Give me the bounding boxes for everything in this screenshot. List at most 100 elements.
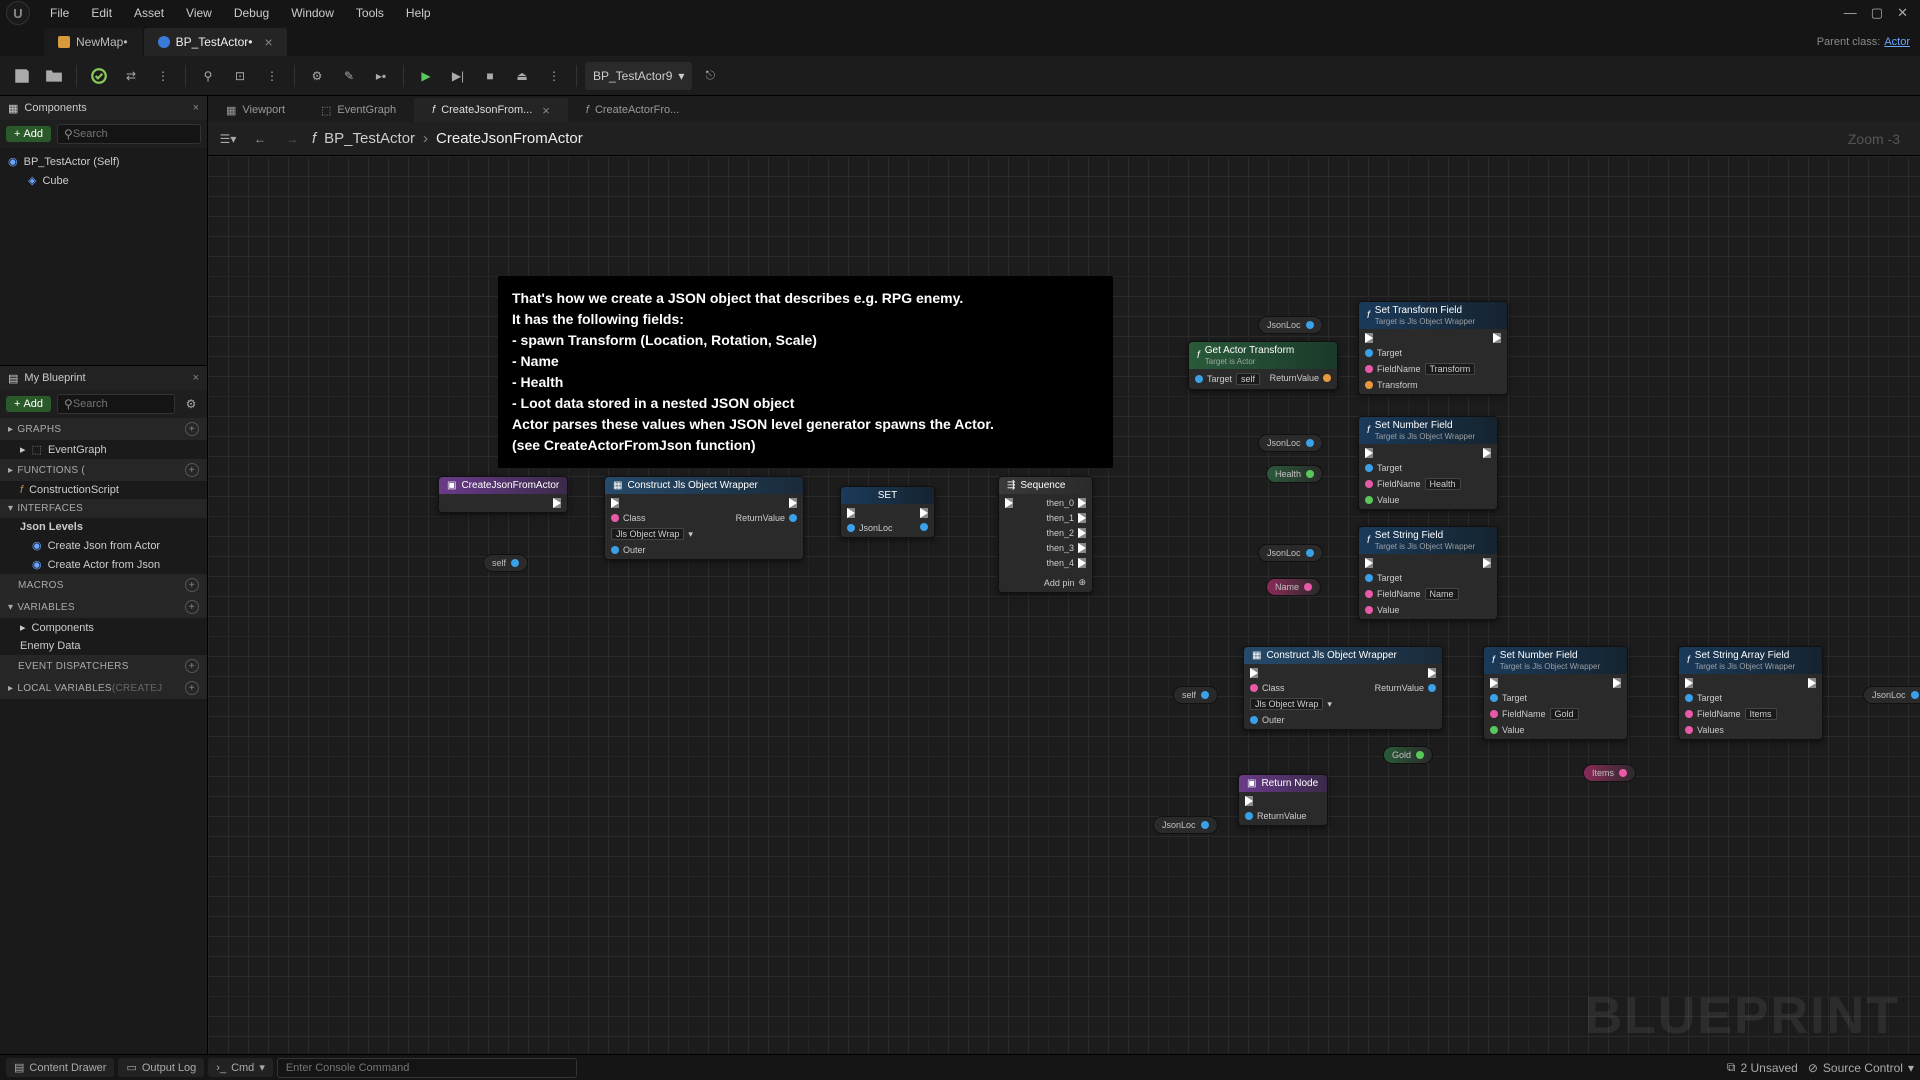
section-macros[interactable]: MACROS+ bbox=[0, 574, 207, 596]
var-self-2[interactable]: self bbox=[1173, 686, 1218, 704]
add-pin-icon[interactable]: ⊕ bbox=[1078, 577, 1086, 588]
node-set-string-array[interactable]: fSet String Array FieldTarget is Jls Obj… bbox=[1678, 646, 1823, 740]
console-command-input[interactable] bbox=[277, 1058, 577, 1078]
play-button[interactable]: ▶ bbox=[412, 62, 440, 90]
interface-group[interactable]: Json Levels bbox=[0, 518, 207, 536]
var-items[interactable]: Items bbox=[1583, 764, 1636, 782]
diff-button[interactable]: ⇄ bbox=[117, 62, 145, 90]
debug-object-dropdown[interactable]: BP_TestActor9▾ bbox=[585, 62, 692, 90]
cmd-button[interactable]: ›_Cmd ▾ bbox=[208, 1058, 273, 1077]
node-construct-wrapper-1[interactable]: ▦Construct Jls Object Wrapper Class Jls … bbox=[604, 476, 804, 560]
interface-create-json[interactable]: ◉Create Json from Actor bbox=[0, 536, 207, 555]
menu-file[interactable]: File bbox=[40, 3, 79, 23]
class-defaults-button[interactable]: ✎ bbox=[335, 62, 363, 90]
node-set-number-gold[interactable]: fSet Number FieldTarget is Jls Object Wr… bbox=[1483, 646, 1628, 740]
add-icon[interactable]: + bbox=[185, 422, 199, 436]
doc-tab-newmap[interactable]: NewMap• bbox=[44, 28, 142, 56]
tab-viewport[interactable]: ▦Viewport bbox=[208, 98, 303, 122]
stop-button[interactable]: ■ bbox=[476, 62, 504, 90]
graph-menu-icon[interactable]: ☰▾ bbox=[216, 127, 240, 151]
var-gold[interactable]: Gold bbox=[1383, 746, 1433, 764]
add-component-button[interactable]: +Add bbox=[6, 126, 51, 142]
node-construct-wrapper-2[interactable]: ▦Construct Jls Object Wrapper Class Jls … bbox=[1243, 646, 1443, 730]
components-panel-tab[interactable]: ▦ Components × bbox=[0, 96, 207, 120]
tab-createjson[interactable]: fCreateJsonFrom...× bbox=[414, 98, 568, 122]
myblueprint-panel-tab[interactable]: ▤ My Blueprint × bbox=[0, 366, 207, 390]
tab-createactor[interactable]: fCreateActorFro... bbox=[568, 98, 697, 122]
step-button[interactable]: ▶| bbox=[444, 62, 472, 90]
var-jsonloc-4[interactable]: JsonLoc bbox=[1863, 686, 1920, 704]
node-set-transform-field[interactable]: fSet Transform FieldTarget is Jls Object… bbox=[1358, 301, 1508, 395]
simulation-button[interactable]: ▸▪ bbox=[367, 62, 395, 90]
source-control-button[interactable]: ⊘Source Control ▾ bbox=[1808, 1061, 1914, 1075]
var-self[interactable]: self bbox=[483, 554, 528, 572]
var-name[interactable]: Name bbox=[1266, 578, 1321, 596]
window-close-icon[interactable]: ✕ bbox=[1897, 5, 1908, 21]
add-icon[interactable]: + bbox=[185, 578, 199, 592]
compile-button[interactable] bbox=[85, 62, 113, 90]
add-icon[interactable]: + bbox=[185, 463, 199, 477]
node-function-entry[interactable]: ▣CreateJsonFromActor bbox=[438, 476, 568, 513]
variable-components[interactable]: ▸ Components bbox=[0, 618, 207, 637]
ue-logo-icon[interactable]: U bbox=[6, 1, 30, 25]
node-set-jsonloc[interactable]: SET JsonLoc bbox=[840, 486, 935, 538]
menu-asset[interactable]: Asset bbox=[124, 3, 174, 23]
var-jsonloc-1[interactable]: JsonLoc bbox=[1258, 316, 1323, 334]
nav-forward-button[interactable]: → bbox=[280, 127, 304, 151]
menu-view[interactable]: View bbox=[176, 3, 222, 23]
component-root[interactable]: ◉BP_TestActor (Self) bbox=[0, 152, 207, 171]
blueprint-search-input[interactable]: ⚲ bbox=[57, 394, 175, 414]
save-button[interactable] bbox=[8, 62, 36, 90]
variable-enemydata[interactable]: Enemy Data bbox=[0, 637, 207, 655]
breadcrumb-leaf[interactable]: CreateJsonFromActor bbox=[436, 130, 583, 147]
content-drawer-button[interactable]: ▤Content Drawer bbox=[6, 1058, 114, 1077]
menu-tools[interactable]: Tools bbox=[346, 3, 394, 23]
window-maximize-icon[interactable]: ▢ bbox=[1871, 5, 1883, 21]
class-settings-button[interactable]: ⚙ bbox=[303, 62, 331, 90]
window-minimize-icon[interactable]: — bbox=[1844, 5, 1857, 21]
node-get-actor-transform[interactable]: fGet Actor TransformTarget is Actor Targ… bbox=[1188, 341, 1338, 390]
menu-debug[interactable]: Debug bbox=[224, 3, 279, 23]
breadcrumb-root[interactable]: BP_TestActor bbox=[324, 130, 415, 147]
menu-help[interactable]: Help bbox=[396, 3, 441, 23]
eject-button[interactable]: ⏏ bbox=[508, 62, 536, 90]
add-icon[interactable]: + bbox=[185, 600, 199, 614]
section-variables[interactable]: ▾ VARIABLES+ bbox=[0, 596, 207, 618]
more-icon[interactable]: ⋮ bbox=[258, 62, 286, 90]
node-set-string-name[interactable]: fSet String FieldTarget is Jls Object Wr… bbox=[1358, 526, 1498, 620]
dropdown-icon[interactable]: ⋮ bbox=[149, 62, 177, 90]
close-tab-icon[interactable]: × bbox=[264, 34, 272, 50]
parent-class-link[interactable]: Actor bbox=[1884, 36, 1910, 48]
doc-tab-bptestactor[interactable]: BP_TestActor• × bbox=[144, 28, 287, 56]
menu-window[interactable]: Window bbox=[281, 3, 344, 23]
function-constructionscript[interactable]: fConstructionScript bbox=[0, 481, 207, 499]
tab-eventgraph[interactable]: ⬚EventGraph bbox=[303, 98, 414, 122]
node-set-number-health[interactable]: fSet Number FieldTarget is Jls Object Wr… bbox=[1358, 416, 1498, 510]
add-icon[interactable]: + bbox=[185, 659, 199, 673]
output-log-button[interactable]: ▭Output Log bbox=[118, 1058, 204, 1077]
component-cube[interactable]: ◈Cube bbox=[0, 171, 207, 190]
components-search-input[interactable]: ⚲ bbox=[57, 124, 201, 144]
play-options-icon[interactable]: ⋮ bbox=[540, 62, 568, 90]
nav-back-button[interactable]: ← bbox=[248, 127, 272, 151]
section-localvars[interactable]: ▸ LOCAL VARIABLES (CREATEJ+ bbox=[0, 677, 207, 699]
section-interfaces[interactable]: ▾ INTERFACES bbox=[0, 499, 207, 518]
var-jsonloc-2[interactable]: JsonLoc bbox=[1258, 434, 1323, 452]
hide-unrelated-button[interactable]: ⊡ bbox=[226, 62, 254, 90]
var-jsonloc-3[interactable]: JsonLoc bbox=[1258, 544, 1323, 562]
interface-create-actor[interactable]: ◉Create Actor from Json bbox=[0, 555, 207, 574]
graph-canvas[interactable]: That's how we create a JSON object that … bbox=[208, 156, 1920, 1054]
close-panel-icon[interactable]: × bbox=[193, 102, 199, 114]
add-blueprint-button[interactable]: +Add bbox=[6, 396, 51, 412]
section-dispatchers[interactable]: EVENT DISPATCHERS+ bbox=[0, 655, 207, 677]
node-return[interactable]: ▣Return Node ReturnValue bbox=[1238, 774, 1328, 826]
section-functions[interactable]: ▸ FUNCTIONS (+ bbox=[0, 459, 207, 481]
comment-node[interactable]: That's how we create a JSON object that … bbox=[498, 276, 1113, 468]
locate-debug-actor-button[interactable]: ⎋ bbox=[696, 62, 724, 90]
settings-icon[interactable]: ⚙ bbox=[181, 394, 201, 414]
unsaved-indicator[interactable]: ⧉2 Unsaved bbox=[1727, 1060, 1798, 1075]
close-panel-icon[interactable]: × bbox=[193, 372, 199, 384]
var-jsonloc-5[interactable]: JsonLoc bbox=[1153, 816, 1218, 834]
node-sequence[interactable]: ⇶Sequence then_0 then_1 then_2 then_3 th… bbox=[998, 476, 1093, 593]
add-icon[interactable]: + bbox=[185, 681, 199, 695]
